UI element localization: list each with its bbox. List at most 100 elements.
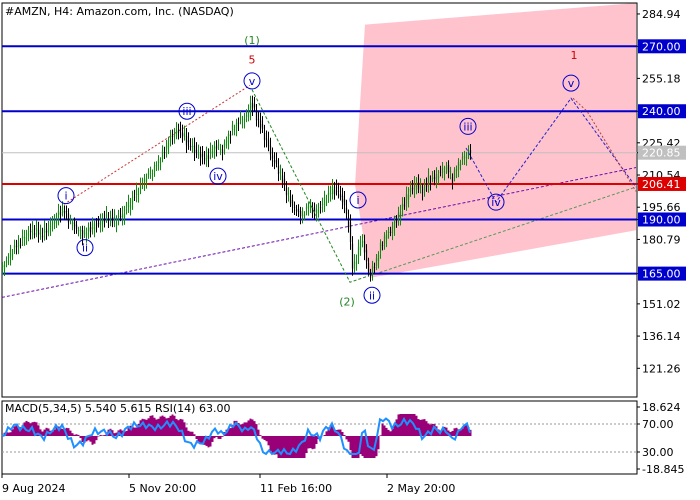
price-body	[1, 265, 4, 268]
price-body	[259, 120, 262, 128]
price-body	[331, 186, 334, 195]
price-body	[3, 264, 6, 270]
price-body	[327, 192, 330, 196]
price-body	[111, 216, 114, 224]
price-body	[281, 175, 284, 183]
price-body	[129, 205, 132, 208]
price-body	[349, 222, 352, 243]
price-body	[133, 196, 136, 198]
price-body	[355, 261, 358, 265]
price-body	[339, 193, 342, 198]
price-body	[455, 168, 458, 171]
price-body	[261, 124, 264, 130]
price-body	[239, 116, 242, 121]
price-body	[77, 230, 80, 232]
ind-tick-label-2: 30.00	[642, 446, 674, 459]
wave-label-10: iii	[463, 120, 472, 133]
price-body	[289, 195, 292, 204]
price-body	[245, 115, 248, 117]
price-body	[127, 202, 130, 207]
price-body	[201, 153, 204, 157]
price-body	[187, 140, 190, 143]
price-body	[357, 246, 360, 257]
chart-title: #AMZN, H4: Amazon.com, Inc. (NASDAQ)	[5, 5, 234, 18]
x-tick-label-0: 9 Aug 2024	[2, 482, 65, 495]
price-body	[413, 183, 416, 191]
price-body	[453, 170, 456, 178]
projection-zone	[355, 3, 636, 278]
price-body	[329, 193, 332, 195]
price-body	[217, 144, 220, 146]
price-body	[219, 148, 222, 150]
price-body	[173, 134, 176, 137]
price-body	[431, 178, 434, 180]
price-body	[405, 193, 408, 204]
price-body	[401, 204, 404, 210]
price-body	[141, 182, 144, 184]
level-label-2: 206.41	[642, 178, 681, 191]
price-body	[57, 210, 60, 218]
price-body	[91, 223, 94, 230]
price-body	[35, 228, 38, 231]
price-body	[137, 193, 140, 195]
price-body	[95, 224, 98, 226]
price-body	[411, 187, 414, 190]
price-body	[345, 207, 348, 215]
wave-label-13: 1	[571, 49, 578, 62]
price-body	[323, 197, 326, 206]
price-body	[117, 217, 120, 220]
price-body	[203, 158, 206, 160]
price-body	[143, 179, 146, 184]
price-body	[341, 195, 344, 203]
x-tick-label-2: 11 Feb 16:00	[260, 482, 332, 495]
price-body	[107, 219, 110, 221]
price-body	[397, 213, 400, 221]
wave-label-4: v	[249, 75, 256, 88]
price-body	[285, 187, 288, 196]
price-body	[33, 232, 36, 236]
y-tick-label-14: 121.26	[642, 362, 681, 375]
price-body	[295, 209, 298, 211]
price-body	[409, 189, 412, 192]
price-body	[87, 227, 90, 232]
price-body	[265, 138, 268, 140]
price-body	[175, 129, 178, 136]
ind-tick-label-3: -18.845	[642, 463, 684, 476]
price-body	[389, 231, 392, 233]
wave-label-3: iv	[213, 170, 223, 183]
current-price-label: 220.85	[642, 147, 681, 160]
price-body	[263, 132, 266, 141]
price-body	[167, 142, 170, 149]
price-body	[391, 227, 394, 233]
price-body	[163, 152, 166, 154]
price-body	[375, 257, 378, 266]
wave-label-5: 5	[249, 53, 256, 66]
x-tick-label-3: 2 May 20:00	[387, 482, 455, 495]
price-body	[419, 186, 422, 188]
price-body	[183, 133, 186, 137]
wave-label-7: i	[356, 194, 359, 207]
price-body	[225, 140, 228, 146]
price-body	[267, 139, 270, 147]
price-body	[65, 210, 68, 213]
projection-zone-area	[355, 3, 636, 278]
price-body	[347, 217, 350, 228]
price-body	[353, 261, 356, 270]
price-body	[51, 223, 54, 225]
price-body	[269, 145, 272, 155]
price-body	[465, 157, 468, 159]
price-body	[287, 193, 290, 195]
price-body	[379, 242, 382, 252]
price-body	[11, 254, 14, 256]
price-body	[321, 204, 324, 206]
price-body	[445, 166, 448, 170]
price-body	[335, 187, 338, 189]
price-body	[385, 234, 388, 240]
price-body	[139, 183, 142, 190]
price-body	[247, 111, 250, 117]
price-body	[315, 209, 318, 214]
price-body	[337, 190, 340, 192]
price-body	[145, 178, 148, 182]
price-body	[155, 165, 158, 167]
price-body	[235, 123, 238, 129]
